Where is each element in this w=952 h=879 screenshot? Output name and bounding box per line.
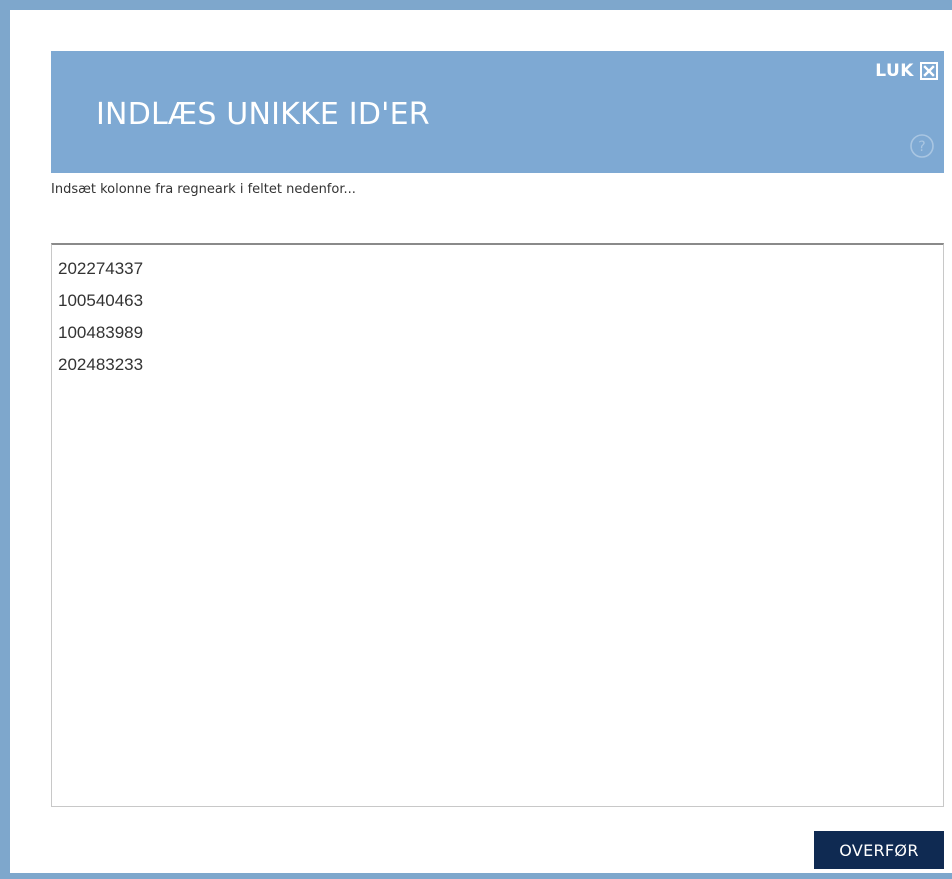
import-ids-dialog: INDLÆS UNIKKE ID'ER LUK ? Indsæt kolonne… (51, 51, 944, 873)
transfer-button[interactable]: OVERFØR (814, 831, 944, 869)
id-list-textarea[interactable]: 202274337 100540463 100483989 202483233 (51, 243, 944, 807)
instructions-text: Indsæt kolonne fra regneark i feltet ned… (51, 182, 356, 197)
help-icon[interactable]: ? (909, 133, 935, 159)
dialog-header: INDLÆS UNIKKE ID'ER LUK ? (51, 51, 944, 173)
dialog-title: INDLÆS UNIKKE ID'ER (96, 97, 430, 132)
close-button[interactable]: LUK (875, 61, 938, 81)
svg-text:?: ? (918, 139, 925, 155)
window-frame: INDLÆS UNIKKE ID'ER LUK ? Indsæt kolonne… (0, 0, 952, 879)
close-icon (920, 62, 938, 80)
close-label: LUK (875, 61, 914, 81)
